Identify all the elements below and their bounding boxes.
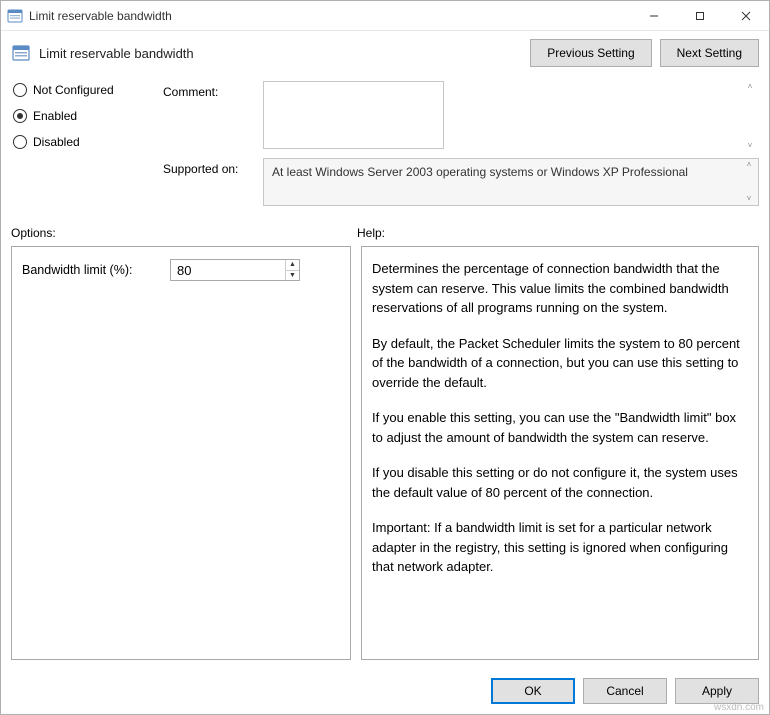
state-radio-group: Not Configured Enabled Disabled [13, 81, 163, 149]
comment-scroll-icons: ˄ ˅ [743, 83, 757, 150]
policy-title: Limit reservable bandwidth [39, 46, 522, 61]
radio-not-configured[interactable]: Not Configured [13, 83, 163, 97]
chevron-up-icon[interactable]: ˄ [742, 161, 756, 169]
config-area: Not Configured Enabled Disabled Comment:… [1, 77, 769, 212]
radio-label: Not Configured [33, 83, 114, 97]
comment-label: Comment: [163, 81, 263, 99]
ok-button[interactable]: OK [491, 678, 575, 704]
close-button[interactable] [723, 1, 769, 30]
next-setting-button[interactable]: Next Setting [660, 39, 759, 67]
minimize-button[interactable] [631, 1, 677, 30]
section-labels: Options: Help: [1, 212, 769, 246]
comment-textarea[interactable] [263, 81, 444, 149]
help-heading: Help: [357, 226, 759, 240]
bandwidth-limit-label: Bandwidth limit (%): [22, 263, 162, 277]
supported-on-label: Supported on: [163, 158, 263, 176]
bandwidth-limit-row: Bandwidth limit (%): ▲ ▼ [22, 259, 340, 281]
chevron-down-icon[interactable]: ˅ [743, 142, 757, 150]
maximize-button[interactable] [677, 1, 723, 30]
dialog-button-row: OK Cancel Apply [1, 670, 769, 714]
help-paragraph: Determines the percentage of connection … [372, 259, 748, 318]
watermark-text: wsxdn.com [714, 702, 764, 713]
cancel-button[interactable]: Cancel [583, 678, 667, 704]
apply-button[interactable]: Apply [675, 678, 759, 704]
supported-on-box: At least Windows Server 2003 operating s… [263, 158, 759, 206]
chevron-down-icon[interactable]: ˅ [742, 195, 756, 203]
help-pane: Determines the percentage of connection … [361, 246, 759, 660]
help-paragraph: By default, the Packet Scheduler limits … [372, 334, 748, 393]
help-paragraph: If you enable this setting, you can use … [372, 408, 748, 447]
dialog-window: Limit reservable bandwidth Limit reserva… [0, 0, 770, 715]
bandwidth-limit-spinner[interactable]: ▲ ▼ [170, 259, 300, 281]
chevron-up-icon[interactable]: ˄ [743, 83, 757, 91]
window-controls [631, 1, 769, 30]
radio-label: Disabled [33, 135, 80, 149]
titlebar: Limit reservable bandwidth [1, 1, 769, 31]
spinner-down-icon[interactable]: ▼ [286, 271, 299, 281]
bandwidth-limit-input[interactable] [171, 260, 285, 280]
radio-icon [13, 83, 27, 97]
window-title: Limit reservable bandwidth [29, 9, 631, 23]
supported-on-text: At least Windows Server 2003 operating s… [272, 165, 688, 179]
header-row: Limit reservable bandwidth Previous Sett… [1, 31, 769, 77]
options-pane: Bandwidth limit (%): ▲ ▼ [11, 246, 351, 660]
supported-scroll-icons: ˄ ˅ [742, 161, 756, 203]
help-paragraph: If you disable this setting or do not co… [372, 463, 748, 502]
radio-icon [13, 135, 27, 149]
help-paragraph: Important: If a bandwidth limit is set f… [372, 518, 748, 577]
content-panes: Bandwidth limit (%): ▲ ▼ Determines the … [1, 246, 769, 670]
spinner-up-icon[interactable]: ▲ [286, 260, 299, 271]
radio-enabled[interactable]: Enabled [13, 109, 163, 123]
previous-setting-button[interactable]: Previous Setting [530, 39, 651, 67]
policy-object-icon [11, 43, 31, 63]
radio-disabled[interactable]: Disabled [13, 135, 163, 149]
radio-label: Enabled [33, 109, 77, 123]
policy-app-icon [7, 8, 23, 24]
options-heading: Options: [11, 226, 357, 240]
radio-icon [13, 109, 27, 123]
